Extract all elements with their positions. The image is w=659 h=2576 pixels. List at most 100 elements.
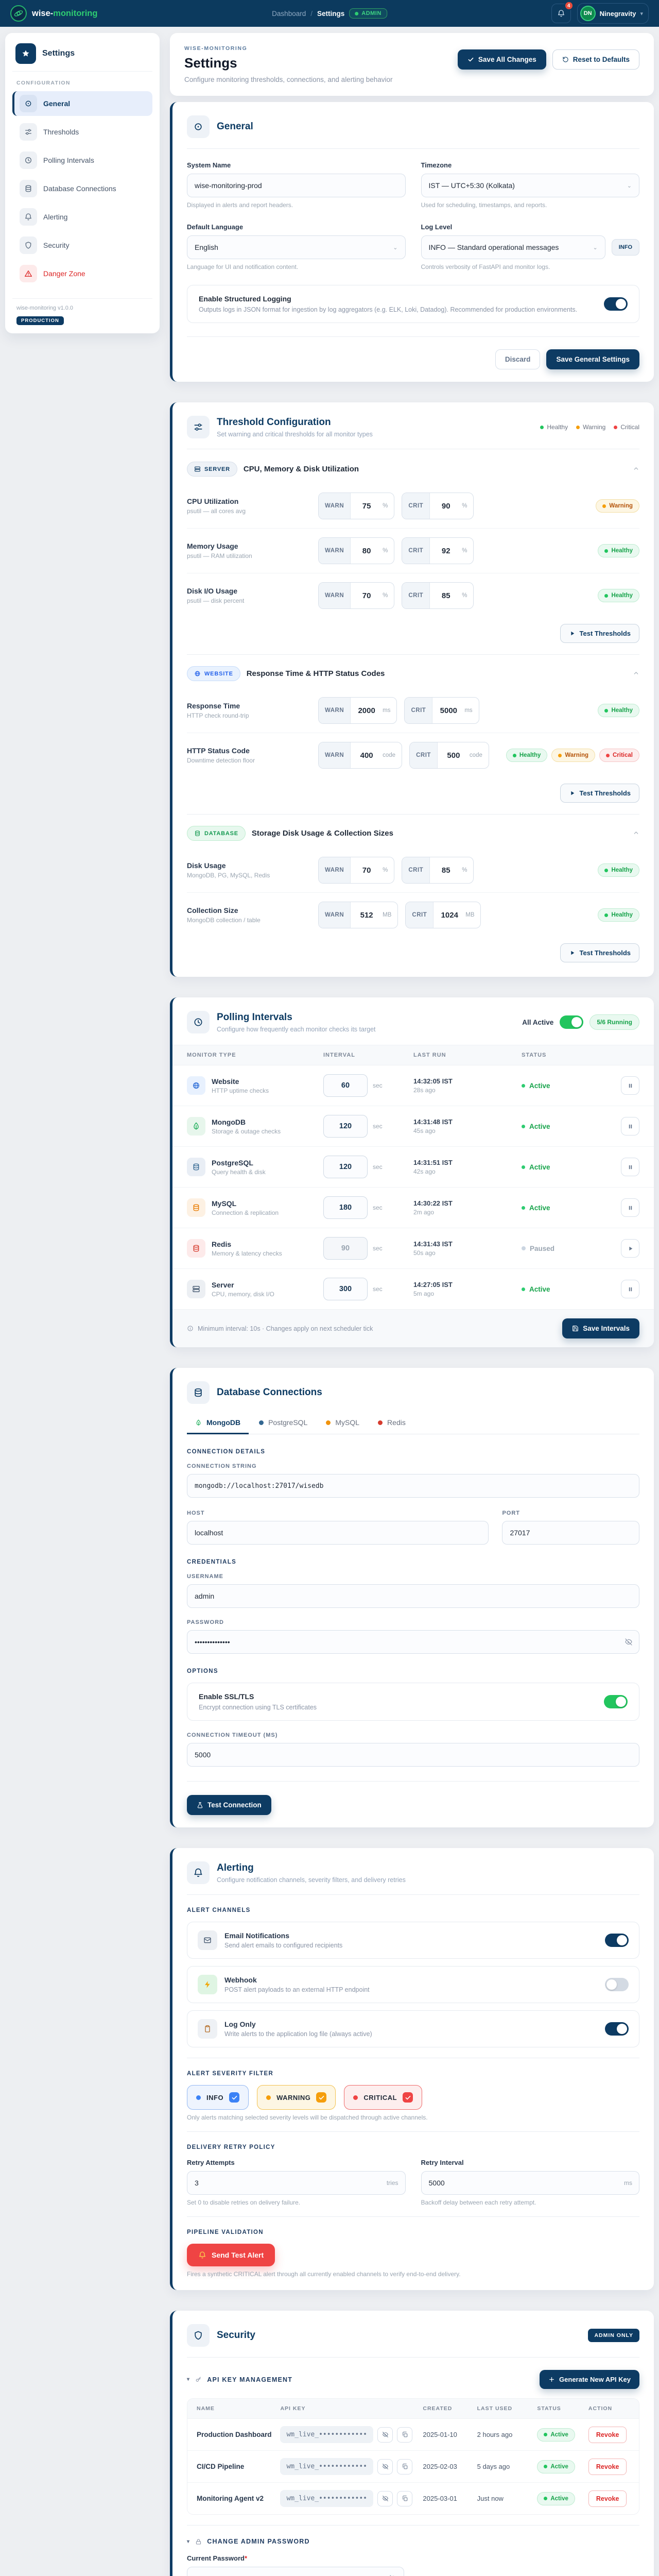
db-disk-warn-input[interactable] [351,866,383,875]
collapse-group-button[interactable] [633,670,639,678]
tab-mongodb[interactable]: MongoDB [187,1412,249,1434]
user-menu[interactable]: DN Ninegravity ▾ [577,3,649,24]
last-run-time: 14:30:22 IST [413,1199,522,1207]
resume-monitor-button[interactable] [621,1239,639,1258]
email-toggle[interactable] [605,1934,629,1947]
collection-warn-input[interactable] [351,911,383,920]
pause-monitor-button[interactable] [621,1158,639,1176]
sidebar-item-security[interactable]: Security [12,233,152,258]
tab-postgresql[interactable]: PostgreSQL [251,1412,316,1434]
timezone-select[interactable]: IST — UTC+5:30 (Kolkata) ⌄ [421,174,640,197]
mysql-interval-input[interactable] [323,1196,368,1219]
structured-logging-toggle[interactable] [604,297,628,311]
response-warn-input[interactable] [351,706,383,715]
bell-icon [187,1861,210,1884]
save-general-settings-button[interactable]: Save General Settings [546,349,639,369]
db-disk-crit-input[interactable] [430,866,462,875]
sidebar-item-alerting[interactable]: Alerting [12,205,152,229]
sidebar-item-thresholds[interactable]: Thresholds [12,120,152,144]
pause-monitor-button[interactable] [621,1076,639,1095]
severity-warning-pill[interactable]: WARNING [257,2085,336,2110]
memory-crit-input[interactable] [430,547,462,555]
admin-dot [355,12,358,15]
cpu-warn-input[interactable] [351,502,383,511]
collapse-group-button[interactable] [633,829,639,838]
sidebar-item-polling-intervals[interactable]: Polling Intervals [12,148,152,173]
host-input[interactable] [187,1521,489,1545]
copy-key-button[interactable] [397,2427,412,2443]
retry-interval-input[interactable] [421,2171,640,2195]
revoke-key-button[interactable]: Revoke [588,2459,627,2475]
collapse-group-button[interactable] [633,465,639,473]
http-crit-input[interactable] [438,751,470,760]
sidebar-item-danger-zone[interactable]: Danger Zone [12,261,152,286]
port-input[interactable] [502,1521,639,1545]
copy-key-button[interactable] [397,2491,412,2506]
legend-critical: Critical [614,423,639,431]
copy-key-button[interactable] [397,2459,412,2475]
collection-crit-input[interactable] [433,911,465,920]
website-interval-input[interactable] [323,1074,368,1097]
test-connection-button[interactable]: Test Connection [187,1795,271,1815]
discard-button[interactable]: Discard [495,349,541,369]
revoke-key-button[interactable]: Revoke [588,2490,627,2507]
postgresql-interval-input[interactable] [323,1156,368,1178]
system-name-input[interactable] [187,174,406,197]
reveal-key-button[interactable] [377,2427,393,2443]
http-warn-input[interactable] [351,751,383,760]
username-input[interactable] [187,1584,639,1608]
breadcrumb-dashboard[interactable]: Dashboard [272,10,306,18]
server-interval-input[interactable] [323,1278,368,1300]
redis-interval-input[interactable] [323,1237,368,1260]
tab-mysql[interactable]: MySQL [318,1412,368,1434]
pause-monitor-button[interactable] [621,1117,639,1136]
test-thresholds-button[interactable]: Test Thresholds [560,624,639,643]
severity-info-pill[interactable]: INFO [187,2085,249,2110]
notifications-button[interactable]: 4 [551,4,571,23]
all-active-toggle[interactable] [560,1015,583,1029]
cpu-crit-input[interactable] [430,502,462,511]
test-thresholds-button[interactable]: Test Thresholds [560,784,639,803]
revoke-key-button[interactable]: Revoke [588,2427,627,2443]
info-checkbox[interactable] [229,2092,239,2103]
mongodb-interval-input[interactable] [323,1115,368,1138]
log-level-select[interactable]: INFO — Standard operational messages ⌄ [421,235,605,259]
status-badge: Warning [596,499,639,513]
current-password-input[interactable] [187,2567,404,2576]
brand[interactable]: wise-monitoring [10,5,97,22]
ssl-toggle[interactable] [604,1695,628,1708]
critical-checkbox[interactable] [403,2092,413,2103]
sidebar-item-general[interactable]: General [12,91,152,116]
language-select[interactable]: English ⌄ [187,235,406,259]
disk-crit-input[interactable] [430,591,462,600]
connection-string-input[interactable] [187,1474,639,1498]
reveal-key-button[interactable] [377,2459,393,2475]
api-key-management-header[interactable]: ▾ API KEY MANAGEMENT Generate New API Ke… [187,2370,639,2389]
save-intervals-button[interactable]: Save Intervals [562,1318,639,1338]
memory-warn-input[interactable] [351,547,383,555]
severity-critical-pill[interactable]: CRITICAL [344,2085,422,2110]
column-status: STATUS [537,2405,584,2412]
pause-monitor-button[interactable] [621,1280,639,1298]
change-admin-password-header[interactable]: ▾ CHANGE ADMIN PASSWORD [187,2538,639,2545]
toggle-password-visibility-button[interactable] [625,1638,633,1646]
password-input[interactable] [187,1630,639,1654]
tab-redis[interactable]: Redis [370,1412,414,1434]
sidebar-item-database-connections[interactable]: Database Connections [12,176,152,201]
pause-monitor-button[interactable] [621,1198,639,1217]
save-all-changes-button[interactable]: Save All Changes [458,49,546,70]
retry-attempts-input[interactable] [187,2171,406,2195]
webhook-toggle[interactable] [605,1978,629,1991]
warning-checkbox[interactable] [316,2092,326,2103]
response-crit-input[interactable] [432,706,464,715]
reveal-key-button[interactable] [377,2491,393,2506]
critical-dot [614,426,617,429]
all-active-label: All Active [522,1019,553,1026]
timeout-input[interactable] [187,1743,639,1767]
disk-warn-input[interactable] [351,591,383,600]
reset-to-defaults-button[interactable]: Reset to Defaults [552,49,639,70]
send-test-alert-button[interactable]: Send Test Alert [187,2244,275,2266]
test-thresholds-button[interactable]: Test Thresholds [560,943,639,962]
log-only-toggle[interactable] [605,2022,629,2036]
generate-api-key-button[interactable]: Generate New API Key [540,2370,639,2389]
